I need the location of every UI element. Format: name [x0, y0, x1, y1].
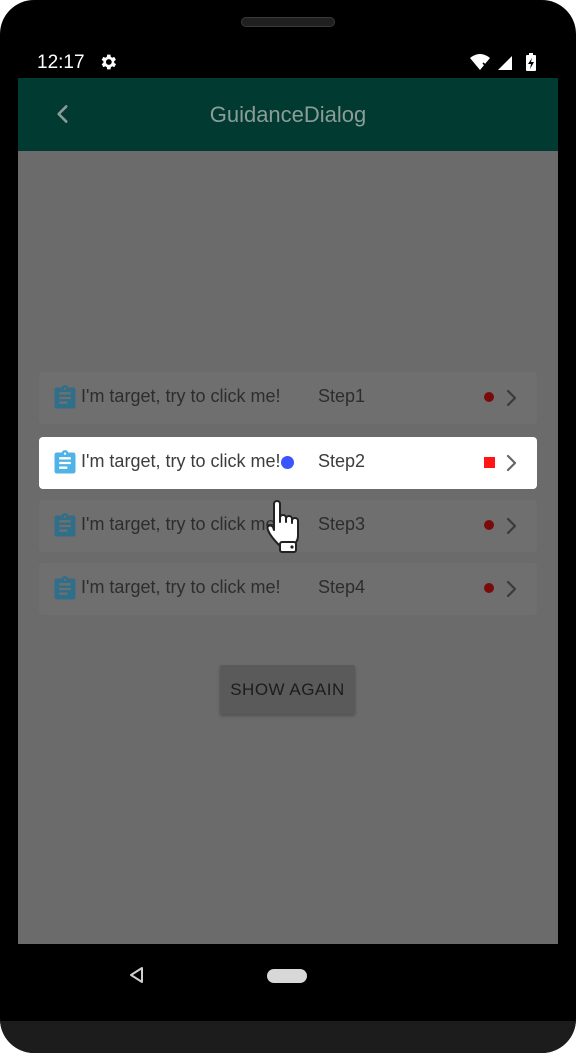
clipboard-icon [54, 450, 76, 474]
battery-icon [526, 53, 536, 71]
device-chin [0, 1021, 576, 1053]
chevron-right-icon [506, 454, 517, 472]
app-title: GuidanceDialog [209, 102, 367, 127]
list-item-step: Step2 [318, 451, 366, 471]
status-bar: 12:17 [18, 40, 558, 78]
list-item-step: Step4 [318, 577, 366, 597]
list-item-step: Step1 [318, 386, 366, 406]
chevron-right-icon [506, 517, 517, 535]
chevron-right-icon [506, 389, 517, 407]
screen: 12:17 GuidanceDialog I'm target, try to … [18, 40, 558, 944]
list-item-label: I'm target, try to click me! [81, 386, 281, 406]
guide-dot [281, 456, 294, 469]
list-item-label: I'm target, try to click me! [81, 514, 281, 534]
clipboard-icon [54, 576, 76, 600]
list-item-label: I'm target, try to click me! [81, 451, 281, 471]
device-frame: 12:17 GuidanceDialog I'm target, try to … [0, 0, 576, 1053]
chevron-right-icon [506, 580, 517, 598]
speaker-grille [241, 17, 335, 27]
show-again-button[interactable]: SHOW AGAIN [220, 665, 355, 714]
clipboard-icon [54, 513, 76, 537]
status-square [484, 457, 495, 468]
pointing-hand-icon [266, 500, 299, 553]
status-dot [484, 520, 494, 530]
status-icons [470, 53, 536, 71]
status-time: 12:17 [37, 52, 85, 73]
signal-icon [498, 56, 512, 70]
nav-home-button[interactable] [267, 969, 307, 983]
status-dot [484, 392, 494, 402]
nav-back-icon[interactable] [127, 965, 147, 985]
clipboard-icon [54, 385, 76, 409]
app-bar: GuidanceDialog [18, 78, 558, 151]
gear-icon [101, 54, 116, 70]
navigation-bar [18, 944, 558, 1006]
list-item-step4[interactable]: I'm target, try to click me! Step4 [39, 563, 537, 615]
list-item-step1[interactable]: I'm target, try to click me! Step1 [39, 372, 537, 424]
wifi-icon [470, 54, 490, 70]
status-dot [484, 583, 494, 593]
list-item-step: Step3 [318, 514, 366, 534]
list-item-label: I'm target, try to click me! [81, 577, 281, 597]
